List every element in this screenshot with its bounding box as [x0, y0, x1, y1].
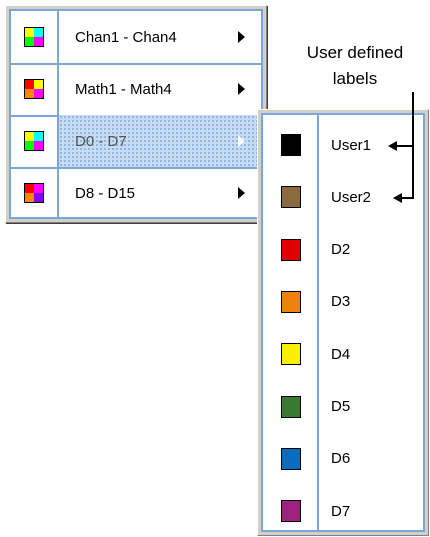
- arrow-line-user1: [395, 92, 414, 147]
- arrow-head-user2: [393, 193, 402, 203]
- arrow-head-user1: [388, 141, 397, 151]
- annotation-arrows: [388, 92, 414, 203]
- arrow-line-user2: [400, 146, 414, 199]
